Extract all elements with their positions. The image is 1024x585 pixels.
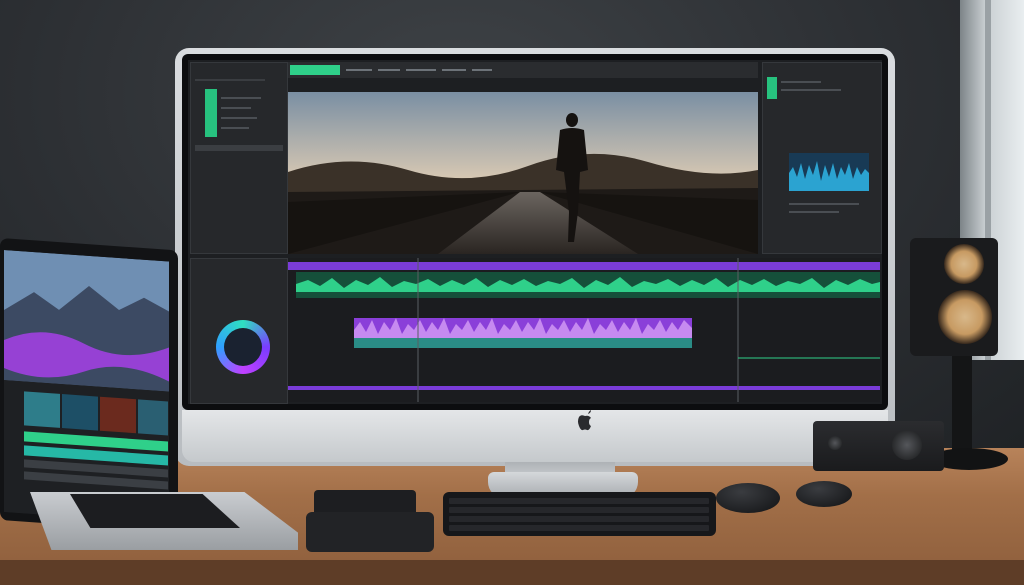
color-wheel-center [224,328,262,366]
inspector-row [789,211,839,213]
desk-edge [0,560,1024,585]
panel-row[interactable] [195,145,283,151]
inspector-row [789,203,859,205]
panel-row [221,107,251,109]
mouse-secondary [796,481,852,507]
apple-logo-icon [575,410,595,432]
audio-scope[interactable] [789,153,869,191]
menu-item[interactable] [406,69,436,71]
laptop-editor-view [4,250,169,524]
speaker-tweeter [944,244,984,284]
menu-item[interactable] [442,69,466,71]
keyboard [443,492,716,536]
inspector-panel [762,62,882,254]
monitor-chin [182,410,888,462]
laptop-display [4,250,169,524]
panel-row [221,127,249,129]
active-menu-item[interactable] [290,65,340,75]
inspector-row [781,89,841,91]
speaker-stand [952,356,972,456]
video-viewer[interactable] [288,92,758,254]
interface-knob [892,430,922,460]
panel-row [221,117,257,119]
audio-scope-wave [789,161,869,191]
panel-row [195,79,265,81]
viewer-frame [288,92,758,254]
menu-item[interactable] [378,69,400,71]
inspector-row [781,81,821,83]
timeline-panel[interactable] [288,258,880,402]
panel-tab[interactable] [205,89,217,137]
menu-item[interactable] [472,69,492,71]
speaker-woofer [938,290,992,344]
menu-item[interactable] [346,69,372,71]
editor-menubar [288,62,758,78]
interface-input [828,436,842,450]
timeline-tracks [288,258,880,402]
project-panel [190,62,288,254]
mouse [716,483,780,513]
inspector-tab[interactable] [767,77,777,99]
panel-row [221,97,261,99]
monitor-screen [188,60,882,404]
keyboard-keys [449,498,709,531]
external-drive-large [306,512,434,552]
